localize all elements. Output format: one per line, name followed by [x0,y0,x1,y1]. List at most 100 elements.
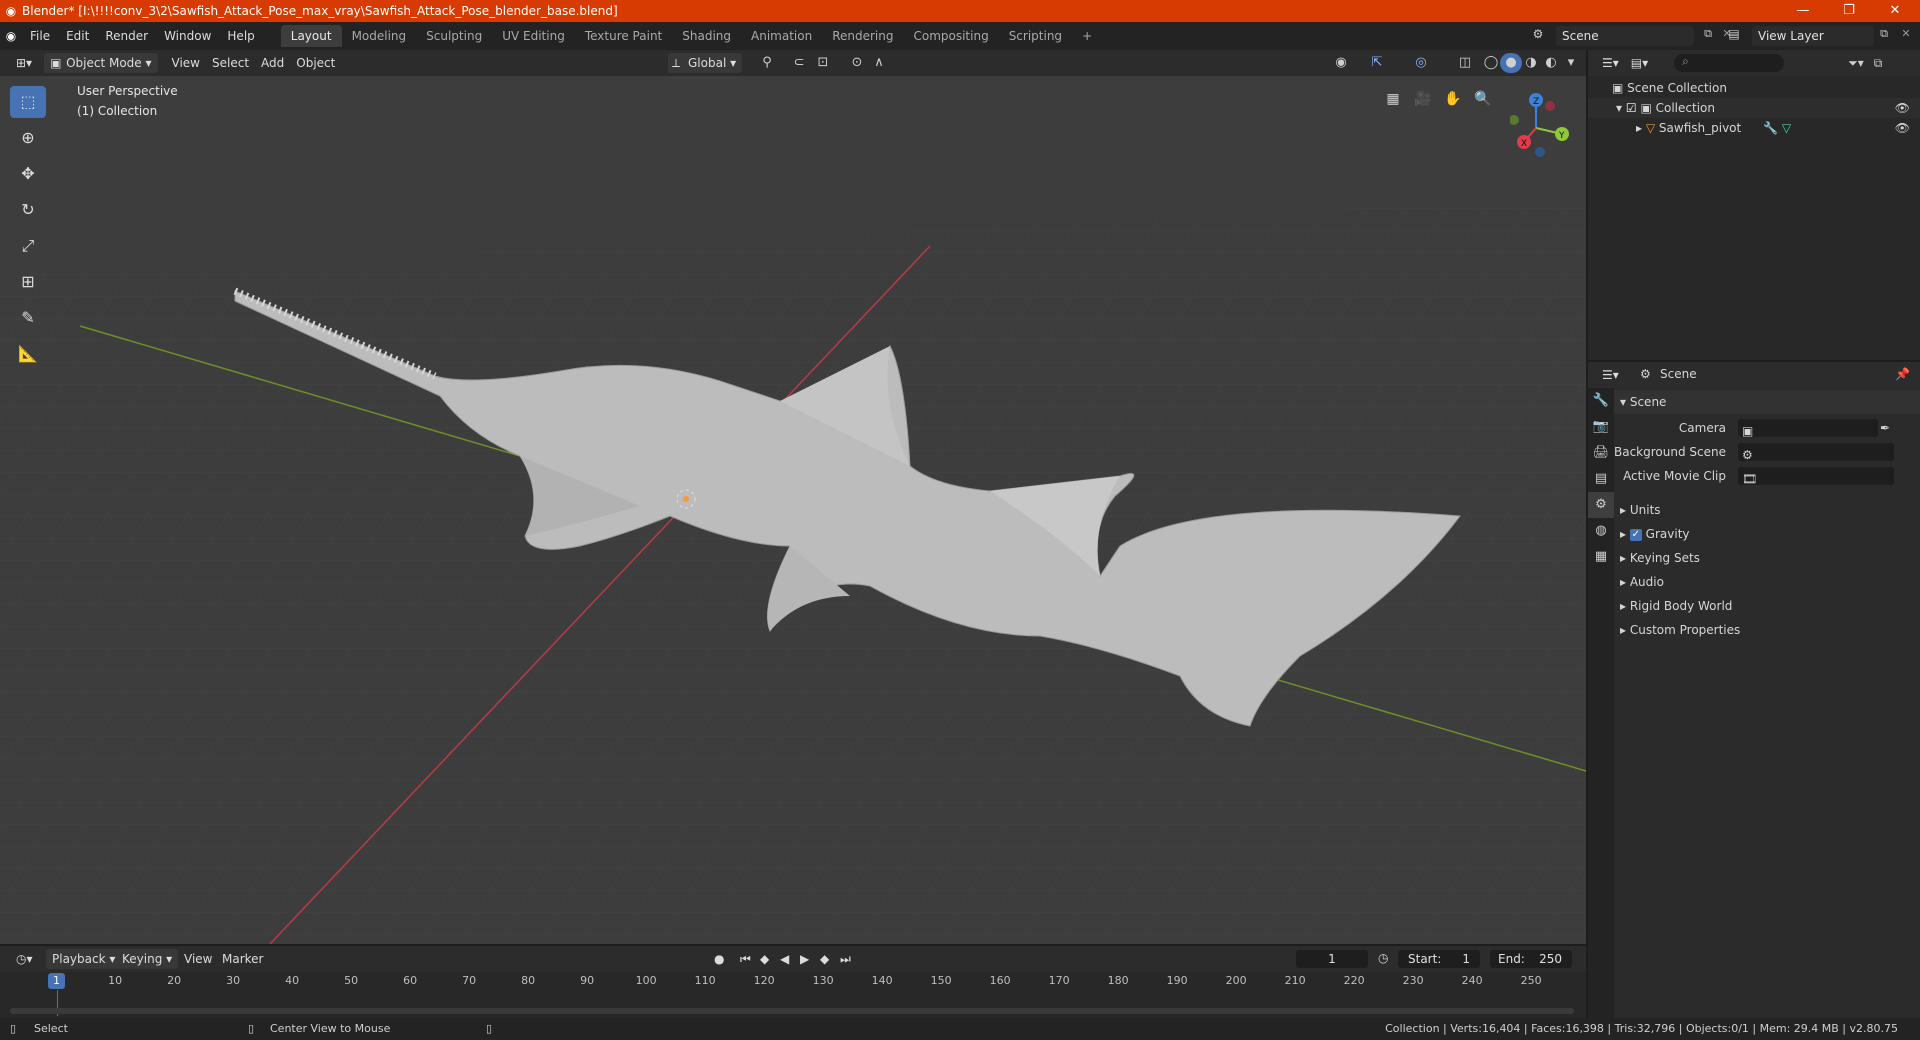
editor-type-icon[interactable]: ⊞▾ [10,53,38,73]
new-scene-icon[interactable]: ⧉ [1698,27,1718,45]
preview-range-icon[interactable]: ◷ [1378,951,1388,965]
pan-view-icon[interactable]: ✋ [1440,86,1466,112]
rigid-body-world-panel[interactable]: ▸ Rigid Body World [1614,594,1920,618]
solid-shading-icon[interactable]: ● [1500,53,1522,73]
outliner-row-collection[interactable]: ▾ ☑ ▣ Collection 👁 [1588,98,1920,118]
shading-options-icon[interactable]: ▾ [1560,53,1582,73]
units-panel[interactable]: ▸ Units [1614,498,1920,522]
new-view-layer-icon[interactable]: ⧉ [1874,27,1894,45]
wireframe-shading-icon[interactable]: ◯ [1480,53,1502,73]
collection-checkbox[interactable]: ☑ [1626,101,1637,115]
tab-uv-editing[interactable]: UV Editing [492,25,575,47]
delete-view-layer-icon[interactable]: ✕ [1896,27,1916,45]
start-frame-field[interactable]: Start: 1 [1398,950,1480,968]
overlay-toggle-icon[interactable]: ◎ [1410,53,1432,73]
scene-selector-icon[interactable]: ⚙ [1528,27,1548,45]
play-reverse-icon[interactable]: ◀ [774,949,795,969]
modifier-icon[interactable]: 🔧 [1763,121,1778,135]
tab-scripting[interactable]: Scripting [999,25,1072,47]
next-keyframe-icon[interactable]: ◆ [814,949,835,969]
scene-panel-header[interactable]: ▾ Scene [1614,390,1920,414]
cursor-tool-icon[interactable]: ⊕ [10,122,46,154]
render-tab-icon[interactable]: 📷 [1588,414,1614,440]
mesh-data-icon[interactable]: ▽ [1782,121,1791,135]
new-collection-icon[interactable]: ⧉ [1874,56,1883,71]
prev-keyframe-icon[interactable]: ◆ [754,949,775,969]
camera-view-icon[interactable]: 🎥 [1410,86,1436,112]
zoom-view-icon[interactable]: 🔍 [1470,86,1496,112]
snap-target-icon[interactable]: ⊡ [812,53,834,73]
pivot-point-icon[interactable]: ⚲ [756,53,778,73]
tab-texture-paint[interactable]: Texture Paint [575,25,672,47]
viewport-menu-view[interactable]: View [166,53,206,73]
audio-panel[interactable]: ▸ Audio [1614,570,1920,594]
viewport-menu-add[interactable]: Add [255,53,290,73]
menu-edit[interactable]: Edit [58,29,97,43]
outliner-row-sawfish-pivot[interactable]: ▸ ▽ Sawfish_pivot 🔧 ▽ 👁 [1588,118,1920,138]
current-frame-marker[interactable]: 1 [48,973,65,989]
custom-properties-panel[interactable]: ▸ Custom Properties [1614,618,1920,642]
menu-render[interactable]: Render [97,29,156,43]
outliner-editor-type-icon[interactable]: ☰▾ [1596,53,1625,73]
texture-tab-icon[interactable]: ▦ [1588,544,1614,570]
timeline-area[interactable]: 1 10 20 30 40 50 60 70 80 90 100 110 120 130 140 150 160… [0,972,1586,1018]
play-icon[interactable]: ▶ [794,949,815,969]
outliner-display-mode-icon[interactable]: ▤▾ [1625,53,1654,73]
annotate-tool-icon[interactable]: ✎ [10,302,46,334]
view-layer-field[interactable]: View Layer [1752,26,1874,46]
tab-shading[interactable]: Shading [672,25,741,47]
background-scene-field[interactable]: ⚙ [1738,443,1894,462]
xray-toggle-icon[interactable]: ◫ [1454,53,1476,73]
transform-orientation-dropdown[interactable]: ⟂ Global ▾ [668,53,743,73]
viewport-menu-select[interactable]: Select [206,53,255,73]
expand-arrow-icon[interactable]: ▾ [1616,101,1622,115]
blender-menu-icon[interactable]: ◉ [0,29,22,43]
tab-layout[interactable]: Layout [280,25,342,47]
transform-tool-icon[interactable]: ⊞ [10,266,46,298]
outliner-filter-icon[interactable]: ⏷▾ [1848,56,1864,71]
toggle-grid-view-icon[interactable]: ▦ [1380,86,1406,112]
gizmo-toggle-icon[interactable]: ⇱ [1366,53,1388,73]
playback-menu[interactable]: Playback ▾ [46,949,122,969]
3d-viewport[interactable]: User Perspective (1) Collection [0,76,1586,944]
rendered-shading-icon[interactable]: ◐ [1540,53,1562,73]
add-workspace-button[interactable]: + [1072,25,1102,47]
camera-field[interactable]: ▣ [1738,419,1878,438]
snap-toggle-icon[interactable]: ⊂ [788,53,810,73]
keying-sets-panel[interactable]: ▸ Keying Sets [1614,546,1920,570]
outliner-row-scene-collection[interactable]: ▣ Scene Collection [1588,78,1920,98]
output-tab-icon[interactable]: 🖨 [1588,440,1614,466]
measure-tool-icon[interactable]: 📐 [10,338,46,370]
world-tab-icon[interactable]: ◍ [1588,518,1614,544]
viewport-menu-object[interactable]: Object [290,53,341,73]
marker-menu[interactable]: Marker [216,949,269,969]
tab-animation[interactable]: Animation [741,25,822,47]
view-layer-tab-icon[interactable]: ▤ [1588,466,1614,492]
tab-sculpting[interactable]: Sculpting [416,25,492,47]
move-tool-icon[interactable]: ✥ [10,158,46,190]
eyedropper-icon[interactable]: ✒ [1880,416,1890,440]
eye-icon[interactable]: 👁 [1895,118,1910,138]
scale-tool-icon[interactable]: ⤢ [10,230,46,262]
rotate-tool-icon[interactable]: ↻ [10,194,46,226]
material-shading-icon[interactable]: ◑ [1520,53,1542,73]
timeline-editor-type-icon[interactable]: ◷▾ [10,949,39,969]
visibility-filter-icon[interactable]: ◉ [1330,53,1352,73]
proportional-edit-icon[interactable]: ⊙ [846,53,868,73]
timeline-scrollbar[interactable] [10,1008,1574,1014]
expand-arrow-icon[interactable]: ▸ [1636,121,1642,135]
scene-name-field[interactable]: Scene [1556,26,1694,46]
record-icon[interactable]: ● [708,949,730,969]
gravity-checkbox[interactable]: ✓ [1629,528,1642,541]
view-layer-selector-icon[interactable]: ▤ [1724,27,1744,45]
menu-window[interactable]: Window [156,29,219,43]
current-frame-field[interactable]: 1 [1296,950,1368,968]
timeline-view-menu[interactable]: View [178,949,218,969]
pin-icon[interactable]: 📌 [1895,367,1910,381]
close-button[interactable]: ✕ [1872,0,1918,22]
end-frame-field[interactable]: End: 250 [1490,950,1572,968]
tab-compositing[interactable]: Compositing [903,25,998,47]
select-box-tool-icon[interactable]: ⬚ [10,86,46,118]
outliner-search-input[interactable]: ⌕ [1674,54,1785,72]
keying-menu[interactable]: Keying ▾ [116,949,179,969]
